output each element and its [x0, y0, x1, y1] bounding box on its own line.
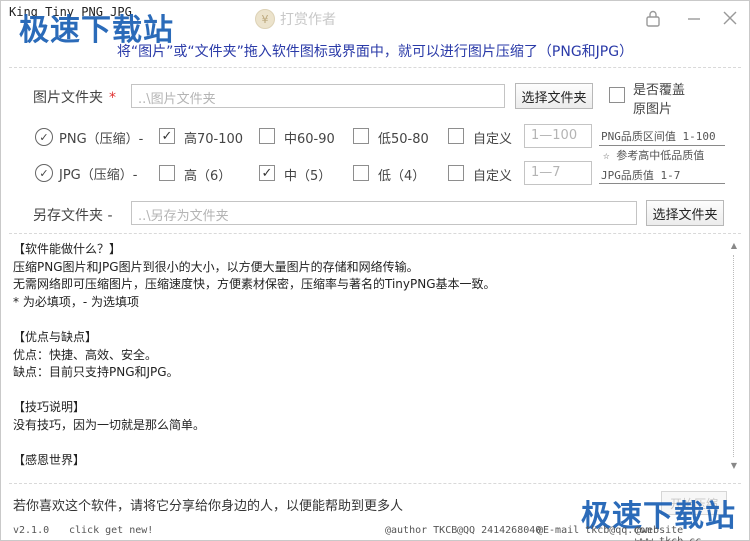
jpg-low-label: 低（4） [378, 169, 426, 184]
separator [9, 67, 741, 68]
share-text: 若你喜欢这个软件，请将它分享给你身边的人，以便能帮助到更多人 [13, 499, 404, 514]
jpg-mid-label: 中（5） [284, 169, 332, 184]
select-image-folder-button[interactable]: 选择文件夹 [515, 83, 593, 109]
jpg-label: JPG（压缩）- [59, 168, 138, 183]
reward-label: 打赏作者 [280, 12, 336, 28]
png-range-note: PNG品质区间值 1-100 [601, 130, 716, 143]
image-folder-label: 图片文件夹 * [33, 90, 116, 106]
required-mark: * [109, 90, 116, 106]
info-text-area[interactable]: 【软件能做什么？】压缩PNG图片和JPG图片到很小的大小，以方便大量图片的存储和… [13, 241, 725, 473]
lock-icon[interactable] [642, 7, 664, 29]
note-divider [599, 145, 725, 146]
info-line: 【软件能做什么？】 [13, 242, 122, 256]
scroll-up-icon[interactable]: ▲ [728, 241, 740, 251]
png-high-checkbox[interactable]: ✓ [159, 128, 175, 144]
png-mid-label: 中60-90 [284, 132, 335, 147]
info-line [13, 435, 725, 453]
scrollbar[interactable]: ▲ ▼ [728, 241, 740, 473]
info-line: 无需网络即可压缩图片，压缩速度快，方便素材保密，压缩率与著名的TinyPNG基本… [13, 277, 496, 292]
image-folder-input[interactable]: ..\图片文件夹 [131, 84, 505, 108]
jpg-low-checkbox[interactable] [353, 165, 369, 181]
png-custom-label: 自定义 [473, 132, 513, 147]
qq: @QQ 2414268040 [457, 525, 542, 536]
version: v2.1.0 [13, 525, 50, 536]
info-line [13, 382, 725, 400]
jpg-custom-checkbox[interactable] [448, 165, 464, 181]
scroll-track[interactable] [733, 255, 734, 457]
note-divider [599, 183, 725, 184]
info-line: 【感恩世界】 [13, 453, 86, 468]
info-line: * 为必填项，- 为选填项 [13, 294, 139, 309]
reward-author-button[interactable]: ¥ 打赏作者 [255, 9, 336, 29]
drag-hint: 将“图片”或“文件夹”拖入软件图标或界面中，就可以进行图片压缩了（PNG和JPG… [116, 44, 634, 60]
png-low-label: 低50-80 [378, 132, 429, 147]
jpg-enabled-icon[interactable]: ✓ [35, 164, 53, 182]
scroll-down-icon[interactable]: ▼ [728, 461, 740, 471]
png-custom-checkbox[interactable] [448, 128, 464, 144]
png-label: PNG（压缩）- [59, 132, 144, 147]
save-folder-label: 另存文件夹 - [33, 208, 113, 224]
jpg-high-checkbox[interactable] [159, 165, 175, 181]
app-window: King Tiny PNG JPG ¥ 打赏作者 极速下载站 将“图片”或“文件… [0, 0, 750, 541]
info-line [13, 311, 725, 329]
png-enabled-icon[interactable]: ✓ [35, 128, 53, 146]
separator [9, 483, 741, 484]
jpg-high-label: 高（6） [184, 169, 232, 184]
minimize-icon[interactable] [683, 7, 705, 29]
tagline-link[interactable]: click get new! [69, 525, 153, 536]
jpg-custom-input[interactable]: 1—7 [524, 161, 592, 185]
save-folder-input[interactable]: ..\另存为文件夹 [131, 201, 637, 225]
coin-icon: ¥ [255, 9, 275, 29]
website-link[interactable]: @website www.tkcb.cc [635, 525, 749, 541]
png-custom-input[interactable]: 1—100 [524, 124, 592, 148]
jpg-custom-label: 自定义 [473, 169, 513, 184]
png-low-checkbox[interactable] [353, 128, 369, 144]
separator [9, 233, 741, 234]
png-mid-checkbox[interactable] [259, 128, 275, 144]
png-high-label: 高70-100 [184, 132, 244, 147]
quality-reference-note: ☆ 参考高中低品质值 [603, 149, 705, 162]
jpg-mid-checkbox[interactable]: ✓ [259, 165, 275, 181]
info-line: 【优点与缺点】 [13, 329, 98, 344]
select-save-folder-button[interactable]: 选择文件夹 [646, 200, 724, 226]
info-line: 缺点：目前只支持PNG和JPG。 [13, 365, 179, 380]
close-icon[interactable] [719, 7, 741, 29]
info-line: 压缩PNG图片和JPG图片到很小的大小，以方便大量图片的存储和网络传输。 [13, 259, 419, 274]
info-line: 优点：快捷、高效、安全。 [13, 347, 158, 362]
overwrite-label-2: 原图片 [633, 102, 673, 117]
overwrite-label-1: 是否覆盖 [633, 83, 686, 98]
info-line: 【技巧说明】 [13, 400, 86, 415]
info-line: 没有技巧，因为一切就是那么简单。 [13, 417, 206, 432]
author: @author TKCB [385, 525, 458, 536]
jpg-range-note: JPG品质值 1-7 [601, 169, 681, 182]
status-bar: v2.1.0 click get new! @author TKCB @QQ 2… [1, 521, 749, 541]
overwrite-checkbox[interactable] [609, 87, 625, 103]
